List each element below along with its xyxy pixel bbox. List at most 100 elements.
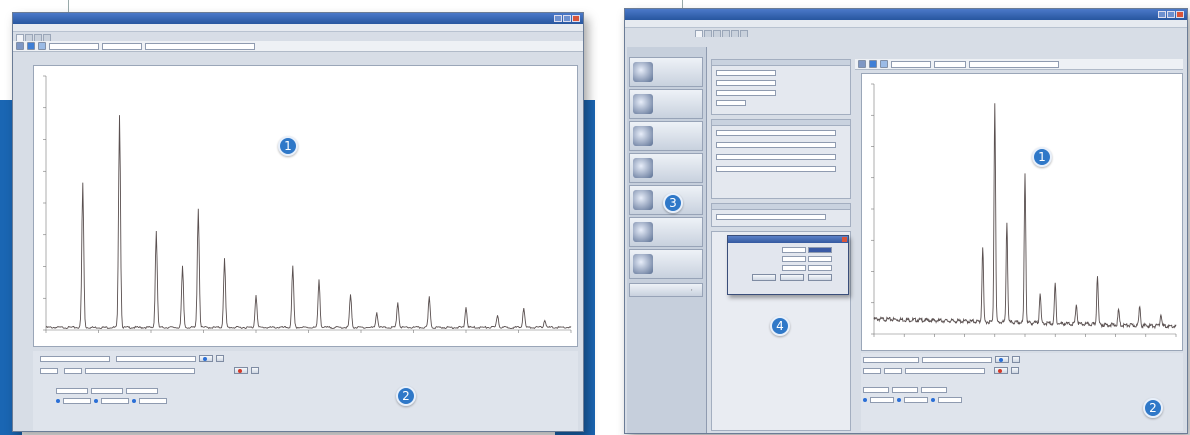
axis-mode-select[interactable] (891, 60, 931, 68)
pan-icon[interactable] (38, 42, 46, 50)
close-icon[interactable] (572, 15, 580, 22)
nav-item-1[interactable] (629, 57, 703, 87)
close-icon[interactable] (1176, 11, 1184, 18)
dialog-row-3-a[interactable] (782, 265, 806, 271)
start-button[interactable] (995, 356, 1009, 363)
axis-row-2-stop[interactable] (938, 397, 962, 403)
instrument-settings-group (711, 119, 851, 199)
add-button[interactable] (1011, 367, 1019, 374)
steps-field[interactable] (884, 367, 902, 374)
axis-row-2-stop[interactable] (139, 398, 167, 404)
shutter-field[interactable] (716, 90, 776, 96)
scan-mode-select[interactable] (116, 355, 196, 362)
detector-mode-select[interactable] (716, 214, 826, 220)
nav-item-4[interactable] (629, 153, 703, 183)
detector-select[interactable] (145, 42, 255, 50)
chart-icon[interactable] (858, 60, 866, 68)
stage-icon (633, 190, 653, 210)
time-field[interactable] (863, 367, 881, 374)
axis-row-1-increment[interactable] (91, 388, 123, 394)
left-tab-4[interactable] (43, 34, 51, 41)
axis-row-2-increment[interactable] (904, 397, 928, 403)
time-field[interactable] (40, 367, 58, 374)
axis-row-1-start[interactable] (56, 388, 88, 394)
start-position-field[interactable] (40, 355, 110, 362)
chart-icon[interactable] (16, 42, 24, 50)
steps-field[interactable] (64, 367, 82, 374)
dialog-row-3-b[interactable] (808, 265, 832, 271)
close-icon[interactable] (842, 237, 847, 242)
radio-icon[interactable] (931, 398, 935, 402)
right-tab-6[interactable] (740, 30, 748, 37)
scan-mode-select[interactable] (922, 356, 992, 363)
dialog-cancel-button[interactable] (808, 274, 832, 281)
axis-row-1-increment[interactable] (892, 387, 918, 393)
instrument-field-4[interactable] (716, 166, 836, 172)
nav-expander[interactable]: › (629, 283, 703, 297)
continue-button[interactable] (1012, 356, 1020, 363)
radio-icon[interactable] (94, 399, 98, 403)
axis-row-1-stop[interactable] (126, 388, 158, 394)
continue-button[interactable] (216, 355, 224, 362)
instrument-field-1[interactable] (716, 130, 836, 136)
instrument-settings-header (712, 120, 850, 126)
right-title-bar (625, 9, 1187, 20)
nav-item-3[interactable] (629, 121, 703, 151)
instrument-field-2[interactable] (716, 142, 836, 148)
detector-select[interactable] (969, 60, 1059, 68)
left-tab-1[interactable] (16, 34, 24, 41)
comment-field[interactable] (85, 367, 195, 374)
right-tab-3[interactable] (713, 30, 721, 37)
radio-icon[interactable] (132, 399, 136, 403)
dialog-row-1-b[interactable] (808, 247, 832, 253)
nav-item-6[interactable] (629, 217, 703, 247)
axis-row-2-start[interactable] (63, 398, 91, 404)
maximize-icon[interactable] (563, 15, 571, 22)
instrument-field-3[interactable] (716, 154, 836, 160)
axis-row-2-increment[interactable] (101, 398, 129, 404)
left-tab-3[interactable] (34, 34, 42, 41)
right-tab-5[interactable] (731, 30, 739, 37)
axis-row-2-start[interactable] (870, 397, 894, 403)
comment-field[interactable] (905, 367, 985, 374)
pan-icon[interactable] (880, 60, 888, 68)
radio-icon[interactable] (863, 398, 867, 402)
start-button[interactable] (199, 355, 213, 362)
dialog-ok-button[interactable] (752, 274, 776, 281)
scale-select[interactable] (102, 42, 142, 50)
dialog-row-1-a[interactable] (782, 247, 806, 253)
axis-mode-select[interactable] (49, 42, 99, 50)
start-position-field[interactable] (863, 356, 919, 363)
left-diffraction-plot[interactable] (33, 65, 578, 347)
radio-icon[interactable] (56, 399, 60, 403)
axis-row-1-start[interactable] (863, 387, 889, 393)
right-tab-1[interactable] (695, 30, 703, 37)
maximize-icon[interactable] (1167, 11, 1175, 18)
xray-field[interactable] (716, 100, 746, 106)
voltage-field[interactable] (716, 70, 776, 76)
dialog-row-2-a[interactable] (782, 256, 806, 262)
xray-generator-header (712, 60, 850, 66)
dialog-row-2-b[interactable] (808, 256, 832, 262)
left-tab-2[interactable] (25, 34, 33, 41)
left-title-bar (13, 13, 583, 24)
radio-icon[interactable] (897, 398, 901, 402)
add-button[interactable] (251, 367, 259, 374)
dialog-apply-button[interactable] (780, 274, 804, 281)
nav-item-2[interactable] (629, 89, 703, 119)
xray-generator-group (711, 59, 851, 115)
axis-row-1-stop[interactable] (921, 387, 947, 393)
right-menu-bar (625, 20, 1187, 28)
current-field[interactable] (716, 80, 776, 86)
stop-button[interactable] (234, 367, 248, 374)
right-tab-2[interactable] (704, 30, 712, 37)
right-tab-4[interactable] (722, 30, 730, 37)
nav-item-7[interactable] (629, 249, 703, 279)
zoom-icon[interactable] (27, 42, 35, 50)
stop-button[interactable] (994, 367, 1008, 374)
zoom-icon[interactable] (869, 60, 877, 68)
scale-select[interactable] (934, 60, 966, 68)
minimize-icon[interactable] (1158, 11, 1166, 18)
right-diffraction-plot[interactable] (861, 73, 1183, 351)
minimize-icon[interactable] (554, 15, 562, 22)
